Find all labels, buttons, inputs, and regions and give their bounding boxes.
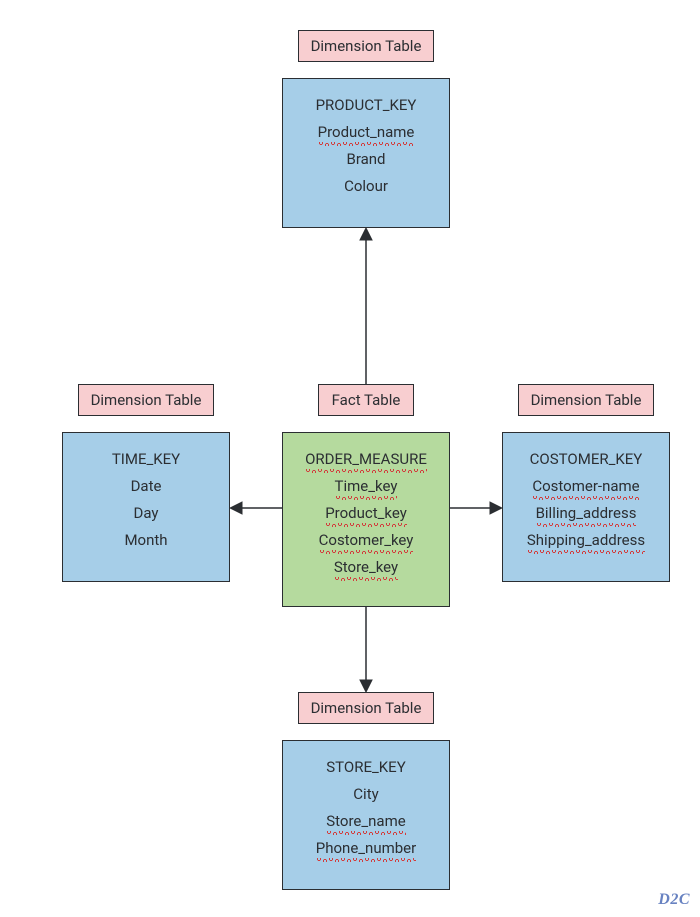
watermark: D2C bbox=[658, 891, 690, 909]
label-dimension-bottom: Dimension Table bbox=[298, 692, 434, 724]
table-row: Date bbox=[131, 476, 162, 497]
arrow-up bbox=[358, 228, 374, 384]
table-row: COSTOMER_KEY bbox=[530, 449, 643, 470]
arrow-down bbox=[358, 607, 374, 692]
table-row: Product_key bbox=[325, 503, 407, 524]
table-row: ORDER_MEASURE bbox=[305, 449, 427, 470]
label-dimension-right: Dimension Table bbox=[518, 384, 654, 416]
label-text: Dimension Table bbox=[531, 391, 642, 409]
label-fact: Fact Table bbox=[318, 384, 414, 416]
table-row: Colour bbox=[344, 176, 388, 197]
table-row: PRODUCT_KEY bbox=[316, 95, 417, 116]
label-text: Dimension Table bbox=[91, 391, 202, 409]
label-text: Dimension Table bbox=[311, 37, 422, 55]
label-dimension-left: Dimension Table bbox=[78, 384, 214, 416]
table-row: Billing_address bbox=[536, 503, 637, 524]
arrow-right bbox=[450, 500, 502, 516]
table-row: Day bbox=[134, 503, 159, 524]
table-row: Store_key bbox=[334, 557, 398, 578]
table-time: TIME_KEY Date Day Month bbox=[62, 432, 230, 582]
table-row: TIME_KEY bbox=[112, 449, 180, 470]
label-text: Dimension Table bbox=[311, 699, 422, 717]
table-row: Time_key bbox=[335, 476, 398, 497]
table-product: PRODUCT_KEY Product_name Brand Colour bbox=[282, 78, 450, 228]
table-row: Costomer_key bbox=[319, 530, 414, 551]
table-row: Month bbox=[124, 530, 167, 551]
table-order: ORDER_MEASURE Time_key Product_key Costomer… bbox=[282, 432, 450, 607]
table-row: City bbox=[353, 784, 378, 805]
table-row: Shipping_address bbox=[527, 530, 645, 551]
label-text: Fact Table bbox=[332, 391, 401, 409]
table-row: Phone_number bbox=[316, 838, 416, 859]
diagram-canvas: Dimension Table PRODUCT_KEY Product_name B… bbox=[0, 0, 700, 917]
label-dimension-top: Dimension Table bbox=[298, 30, 434, 62]
table-customer: COSTOMER_KEY Costomer-name Billing_address… bbox=[502, 432, 670, 582]
arrow-left bbox=[230, 500, 282, 516]
table-row: STORE_KEY bbox=[326, 757, 405, 778]
table-store: STORE_KEY City Store_name Phone_number bbox=[282, 740, 450, 890]
table-row: Product_name bbox=[318, 122, 415, 143]
table-row: Store_name bbox=[326, 811, 405, 832]
table-row: Costomer-name bbox=[532, 476, 639, 497]
table-row: Brand bbox=[346, 149, 385, 170]
